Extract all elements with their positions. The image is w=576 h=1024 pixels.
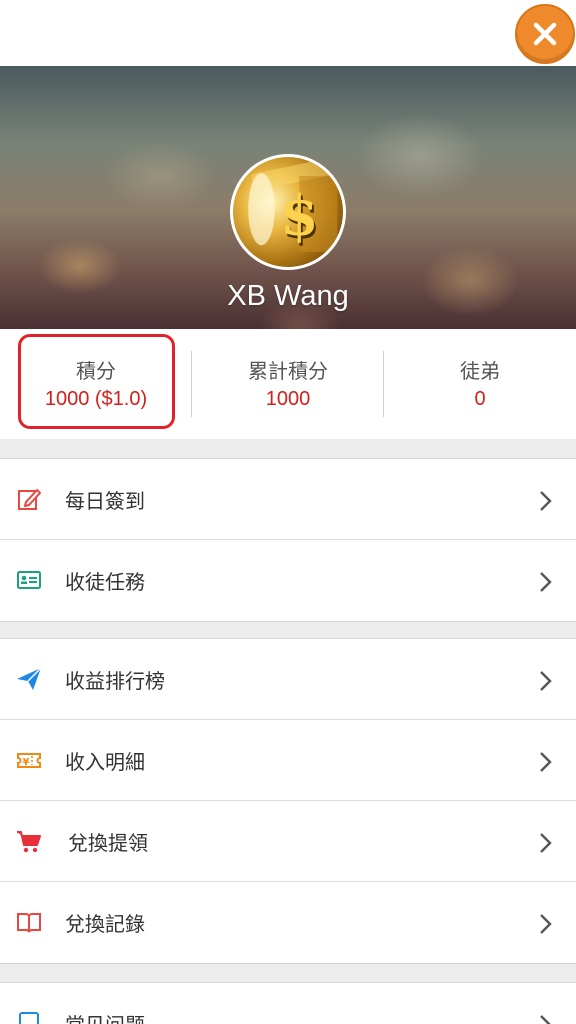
stat-apprentices-label: 徒弟: [460, 359, 500, 383]
question-icon: [16, 1010, 42, 1024]
menu-group-2: 收益排行榜 ¥ 收入明細 兌換提領 兌換記錄: [0, 638, 576, 964]
close-button[interactable]: [515, 4, 575, 64]
avatar[interactable]: $ $: [230, 154, 346, 270]
menu-item-label: 收徒任務: [65, 570, 145, 594]
paper-plane-icon: [16, 666, 42, 692]
menu-item-label: 兌換記錄: [65, 912, 145, 936]
stat-total-points[interactable]: 累計積分 1000: [192, 329, 384, 439]
highlight-box: [18, 334, 175, 429]
menu-item-redeem-history[interactable]: 兌換記錄: [0, 882, 576, 963]
stat-total-points-value: 1000: [265, 388, 311, 410]
menu-item-label: 常见问题: [65, 1009, 145, 1024]
chevron-right-icon: [538, 570, 554, 594]
menu-item-label: 每日簽到: [65, 489, 145, 513]
chevron-right-icon: [538, 489, 554, 513]
menu-item-redeem-withdraw[interactable]: 兌換提領: [0, 801, 576, 882]
menu-group-3: 常见问题: [0, 982, 576, 1024]
username: XB Wang: [227, 280, 349, 312]
id-card-icon: [16, 567, 42, 593]
stat-total-points-label: 累計積分: [248, 359, 328, 383]
chevron-right-icon: [538, 750, 554, 774]
close-icon: [533, 22, 557, 46]
chevron-right-icon: [538, 912, 554, 936]
menu-item-label: 收益排行榜: [65, 669, 165, 693]
menu-item-earnings-ranking[interactable]: 收益排行榜: [0, 639, 576, 720]
stat-apprentices-value: 0: [474, 388, 486, 410]
menu-item-apprentice-task[interactable]: 收徒任務: [0, 540, 576, 621]
chevron-right-icon: [538, 669, 554, 693]
svg-text:$: $: [280, 183, 318, 248]
menu-item-label: 收入明細: [65, 750, 145, 774]
menu-item-label: 兌換提領: [68, 831, 148, 855]
edit-icon: [16, 486, 42, 512]
profile-banner: $ $ XB Wang: [0, 66, 576, 329]
menu-group-1: 每日簽到 收徒任務: [0, 458, 576, 622]
stat-apprentices[interactable]: 徒弟 0: [384, 329, 576, 439]
top-bar: [0, 0, 576, 66]
stats-panel: 積分 1000 ($1.0) 累計積分 1000 徒弟 0: [0, 329, 576, 439]
cart-icon: [16, 828, 42, 854]
svg-text:¥: ¥: [23, 757, 30, 768]
menu-item-income-details[interactable]: ¥ 收入明細: [0, 720, 576, 801]
menu-item-daily-checkin[interactable]: 每日簽到: [0, 459, 576, 540]
chevron-right-icon: [538, 831, 554, 855]
chevron-right-icon: [538, 1013, 554, 1024]
book-icon: [16, 909, 42, 935]
ticket-icon: ¥: [16, 747, 42, 773]
menu-item-faq[interactable]: 常见问题: [0, 983, 576, 1024]
avatar-image: $ $: [248, 157, 338, 252]
